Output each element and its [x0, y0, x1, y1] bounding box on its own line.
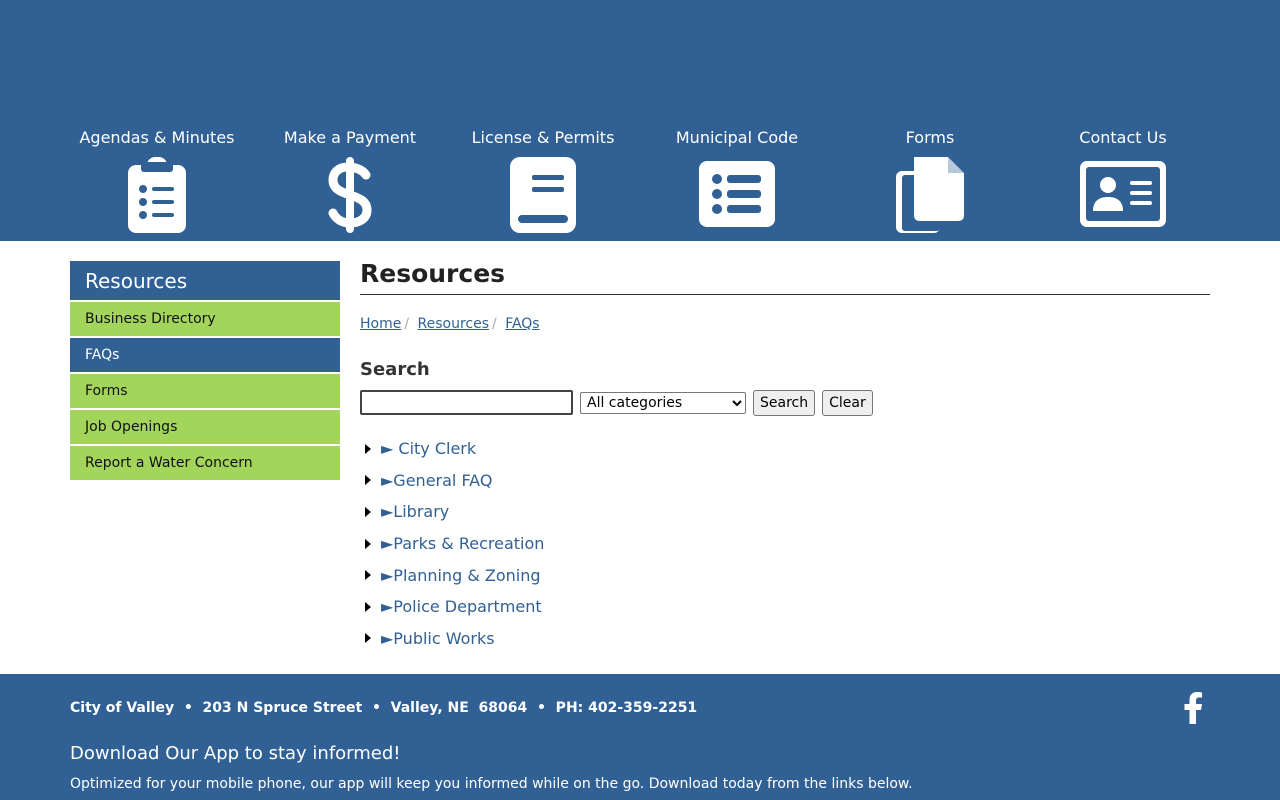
- faq-category-city-clerk[interactable]: ► City Clerk: [360, 433, 1210, 465]
- sidebar: Resources Business Directory FAQs Forms …: [70, 261, 340, 482]
- disclosure-triangle-icon: [365, 443, 371, 454]
- faq-category-label: ►Police Department: [381, 597, 542, 617]
- app-description: Optimized for your mobile phone, our app…: [70, 776, 913, 792]
- sidebar-item-business-directory[interactable]: Business Directory: [70, 302, 340, 338]
- facebook-icon: [1184, 692, 1202, 724]
- quick-link-forms[interactable]: Forms: [840, 128, 1020, 233]
- book-icon: [510, 157, 576, 233]
- app-heading: Download Our App to stay informed!: [70, 743, 401, 764]
- disclosure-triangle-icon: [365, 633, 371, 644]
- breadcrumb-separator: /: [404, 316, 410, 332]
- page-title: Resources: [360, 258, 1210, 295]
- footer-address: City of Valley • 203 N Spruce Street • V…: [70, 700, 698, 716]
- sidebar-item-faqs[interactable]: FAQs: [70, 338, 340, 374]
- breadcrumb: Home / Resources / FAQs: [360, 315, 1210, 333]
- site-header: Agendas & Minutes Make a Payment License…: [0, 0, 1280, 241]
- breadcrumb-separator: /: [492, 316, 497, 332]
- quick-link-agendas[interactable]: Agendas & Minutes: [67, 128, 247, 233]
- disclosure-triangle-icon: [365, 475, 371, 486]
- quick-link-label: Agendas & Minutes: [79, 128, 235, 147]
- sidebar-item-forms[interactable]: Forms: [70, 374, 340, 410]
- quick-link-payment[interactable]: Make a Payment: [260, 128, 440, 233]
- search-heading: Search: [360, 359, 430, 380]
- list-icon: [699, 161, 775, 227]
- quick-link-contact[interactable]: Contact Us: [1033, 128, 1213, 231]
- copy-icon: [896, 157, 964, 233]
- faq-category-planning-zoning[interactable]: ►Planning & Zoning: [360, 559, 1210, 591]
- quick-link-label: Forms: [905, 128, 955, 147]
- breadcrumb-resources[interactable]: Resources: [418, 316, 490, 332]
- clear-button[interactable]: Clear: [822, 389, 873, 416]
- dollar-sign-icon: [328, 157, 372, 233]
- disclosure-triangle-icon: [365, 506, 371, 517]
- quick-link-municipal-code[interactable]: Municipal Code: [647, 128, 827, 231]
- faq-category-label: ► City Clerk: [381, 439, 477, 459]
- faq-category-police-department[interactable]: ►Police Department: [360, 591, 1210, 623]
- address-card-icon: [1080, 161, 1166, 227]
- breadcrumb-faqs[interactable]: FAQs: [505, 316, 539, 332]
- faq-category-library[interactable]: ►Library: [360, 496, 1210, 528]
- faq-category-label: ►General FAQ: [381, 470, 493, 490]
- quick-link-label: Municipal Code: [675, 128, 799, 147]
- search-button[interactable]: Search: [753, 389, 816, 416]
- site-footer: City of Valley • 203 N Spruce Street • V…: [0, 674, 1280, 800]
- clipboard-list-icon: [128, 157, 186, 233]
- disclosure-triangle-icon: [365, 601, 371, 612]
- faq-category-public-works[interactable]: ►Public Works: [360, 623, 1210, 655]
- search-input[interactable]: [360, 390, 573, 415]
- quick-link-label: License & Permits: [471, 128, 615, 147]
- faq-category-parks-recreation[interactable]: ►Parks & Recreation: [360, 528, 1210, 560]
- faq-category-label: ►Parks & Recreation: [381, 534, 545, 554]
- sidebar-title: Resources: [70, 261, 340, 302]
- quick-link-permits[interactable]: License & Permits: [453, 128, 633, 233]
- quick-link-label: Make a Payment: [283, 128, 417, 147]
- faq-category-general-faq[interactable]: ►General FAQ: [360, 465, 1210, 497]
- search-form: All categories Search Clear: [360, 389, 1210, 416]
- sidebar-item-report-water-concern[interactable]: Report a Water Concern: [70, 446, 340, 482]
- facebook-link[interactable]: [1180, 692, 1204, 724]
- faq-category-list: ► City Clerk ►General FAQ ►Library ►Park…: [360, 433, 1210, 654]
- faq-category-label: ►Planning & Zoning: [381, 565, 541, 585]
- category-select[interactable]: All categories: [580, 391, 746, 414]
- sidebar-item-job-openings[interactable]: Job Openings: [70, 410, 340, 446]
- faq-category-label: ►Library: [381, 502, 450, 522]
- breadcrumb-home[interactable]: Home: [360, 316, 401, 332]
- quick-link-label: Contact Us: [1079, 128, 1167, 147]
- disclosure-triangle-icon: [365, 570, 371, 581]
- main-content: Resources Home / Resources / FAQs Search A…: [360, 258, 1210, 654]
- disclosure-triangle-icon: [365, 538, 371, 549]
- faq-category-label: ►Public Works: [381, 628, 495, 648]
